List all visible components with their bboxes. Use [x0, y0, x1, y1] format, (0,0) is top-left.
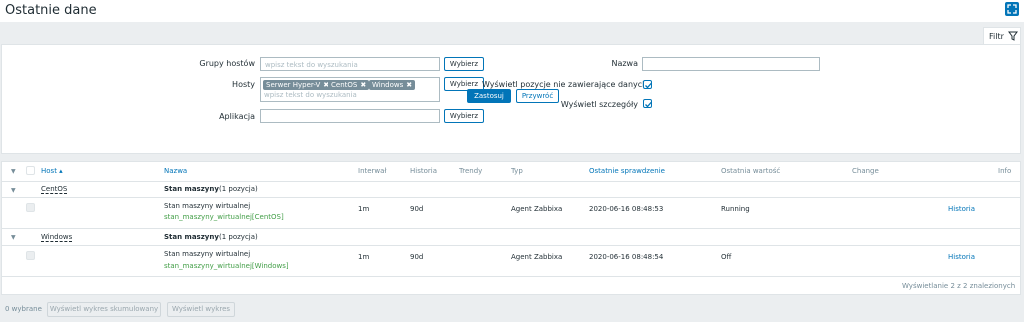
host-groups-input[interactable]: wpisz tekst do wyszukania — [260, 57, 440, 71]
item-checkbox[interactable] — [26, 251, 35, 260]
collapse-host-icon[interactable]: ▼ — [11, 234, 16, 241]
item-history: 90d — [410, 205, 424, 213]
host-link-centos[interactable]: CentOS — [41, 185, 68, 194]
application-select-button[interactable]: Wybierz — [444, 109, 484, 123]
row-divider — [2, 245, 1020, 246]
host-link-windows[interactable]: Windows — [41, 233, 73, 242]
page-title: Ostatnie dane — [5, 3, 97, 18]
item-interval: 1m — [358, 253, 370, 261]
item-last-value: Off — [721, 253, 732, 261]
column-type: Typ — [511, 167, 523, 175]
column-trends: Trendy — [459, 167, 483, 175]
column-name[interactable]: Nazwa — [164, 167, 187, 175]
column-last-check[interactable]: Ostatnie sprawdzenie — [589, 167, 665, 175]
checkmark-icon — [645, 101, 652, 108]
action-bar: 0 wybrane Wyświetl wykres skumulowany Wy… — [0, 300, 1024, 322]
item-last-check: 2020-06-16 08:48:53 — [589, 205, 664, 213]
filter-panel: Grupy hostów wpisz tekst do wyszukania W… — [1, 44, 1021, 154]
hosts-multiselect[interactable]: Serwer Hyper-V ✖ CentOS ✖ Windows ✖ wpisz t… — [260, 77, 440, 102]
checkmark-icon — [645, 82, 652, 89]
host-groups-label: Grupy hostów — [199, 59, 255, 68]
remove-tag-icon[interactable]: ✖ — [406, 81, 412, 89]
history-link[interactable]: Historia — [948, 205, 975, 213]
item-checkbox[interactable] — [26, 203, 35, 212]
filter-icon — [1008, 31, 1018, 41]
host-tag-windows[interactable]: Windows ✖ — [369, 80, 416, 90]
hosts-search-input[interactable]: wpisz tekst do wyszukania — [264, 91, 357, 99]
column-host[interactable]: Host ▴ — [41, 167, 63, 175]
item-last-check: 2020-06-16 08:48:54 — [589, 253, 664, 261]
column-interval: Interwał — [358, 167, 387, 175]
column-history: Historia — [410, 167, 437, 175]
item-name: Stan maszyny wirtualnej — [164, 202, 251, 210]
row-divider — [2, 276, 1020, 277]
results-count: Wyświetlanie 2 z 2 znalezionych — [902, 282, 1016, 290]
hosts-label: Hosty — [232, 80, 255, 89]
name-input[interactable] — [642, 57, 820, 71]
host-tag-centos[interactable]: CentOS ✖ — [328, 80, 370, 90]
application-label: Aplikacja — [219, 112, 255, 121]
column-info: Info — [998, 167, 1012, 175]
application-input[interactable] — [260, 109, 440, 123]
host-groups-select-button[interactable]: Wybierz — [444, 57, 484, 71]
host-tag-hyperv[interactable]: Serwer Hyper-V ✖ — [263, 80, 333, 90]
remove-tag-icon[interactable]: ✖ — [360, 81, 366, 89]
name-label: Nazwa — [611, 59, 638, 68]
reset-button[interactable]: Przywróć — [516, 89, 559, 103]
item-last-value: Running — [721, 205, 750, 213]
show-without-data-label: Wyświetl pozycje nie zawierające danych — [482, 80, 648, 89]
collapse-host-icon[interactable]: ▼ — [11, 187, 16, 194]
fullscreen-button[interactable] — [1005, 2, 1019, 16]
stacked-graph-button[interactable]: Wyświetl wykres skumulowany — [47, 302, 161, 317]
apply-button[interactable]: Zastosuj — [467, 89, 511, 103]
application-title: Stan maszyny — [164, 185, 219, 193]
column-last-value: Ostatnia wartość — [721, 167, 781, 175]
item-type: Agent Zabbixa — [511, 205, 563, 213]
item-interval: 1m — [358, 205, 370, 213]
row-divider — [2, 197, 1020, 198]
item-type: Agent Zabbixa — [511, 253, 563, 261]
selected-count: 0 wybrane — [5, 305, 42, 313]
application-count: (1 pozycja) — [219, 185, 258, 193]
graph-button[interactable]: Wyświetl wykres — [167, 302, 235, 317]
select-all-checkbox[interactable] — [26, 166, 35, 175]
column-change: Change — [852, 167, 879, 175]
latest-data-table: ▼ Host ▴ Nazwa Interwał Historia Trendy … — [1, 161, 1021, 295]
history-link[interactable]: Historia — [948, 253, 975, 261]
filter-tab[interactable]: Filtr — [983, 27, 1021, 44]
fullscreen-icon — [1007, 4, 1017, 14]
page-header: Ostatnie dane — [0, 0, 1024, 22]
item-name: Stan maszyny wirtualnej — [164, 250, 251, 258]
item-key: stan_maszyny_wirtualnej[Windows] — [164, 262, 289, 270]
item-key: stan_maszyny_wirtualnej[CentOS] — [164, 213, 284, 221]
show-without-data-checkbox[interactable] — [643, 80, 652, 89]
filter-tab-label: Filtr — [989, 32, 1004, 41]
show-details-checkbox[interactable] — [643, 99, 652, 108]
collapse-all-icon[interactable]: ▼ — [11, 168, 16, 175]
item-history: 90d — [410, 253, 424, 261]
row-divider — [2, 228, 1020, 229]
header-divider — [2, 181, 1020, 182]
application-count: (1 pozycja) — [219, 233, 258, 241]
application-title: Stan maszyny — [164, 233, 219, 241]
